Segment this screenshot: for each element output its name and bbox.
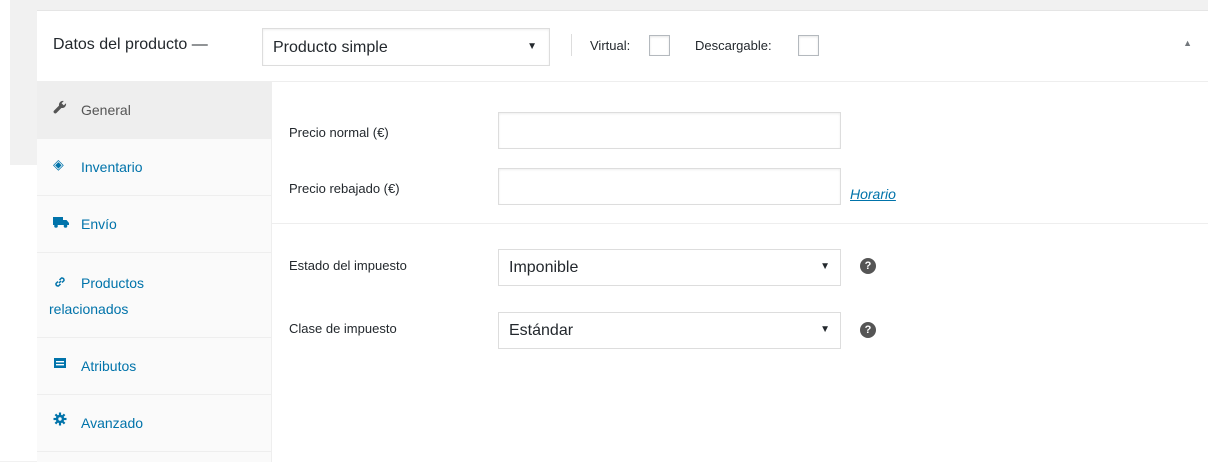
tax-class-label: Clase de impuesto (289, 321, 397, 336)
tab-label: Productos (81, 275, 145, 291)
downloadable-label: Descargable: (695, 38, 772, 53)
tab-label: Envío (81, 216, 117, 232)
virtual-checkbox[interactable] (649, 35, 670, 56)
tab-attributes[interactable]: Atributos (37, 338, 272, 395)
tax-class-value: Estándar (509, 322, 574, 339)
product-data-tabs: General ◈ Inventario Envío Productos rel… (37, 82, 272, 462)
metabox-title: Datos del producto — (53, 36, 208, 53)
tab-label: Avanzado (81, 415, 144, 431)
header-divider (571, 34, 572, 56)
chevron-down-icon: ▼ (820, 261, 830, 272)
list-icon (53, 356, 67, 373)
chevron-down-icon: ▼ (820, 324, 830, 335)
tab-label-line2: relacionados (49, 301, 129, 317)
product-data-metabox: Datos del producto — Producto simple ▼ V… (37, 10, 1208, 462)
tax-status-value: Imponible (509, 259, 579, 276)
tax-status-label: Estado del impuesto (289, 258, 407, 273)
tab-linked-products[interactable]: Productos relacionados (37, 253, 272, 338)
tab-label: Atributos (81, 358, 137, 374)
sidebar-background (10, 0, 37, 165)
gear-icon (53, 412, 67, 429)
metabox-header: Datos del producto — Producto simple ▼ V… (37, 11, 1208, 82)
tax-status-select[interactable]: Imponible ▼ (498, 249, 841, 286)
general-panel: Precio normal (€) Precio rebajado (€) Ho… (272, 82, 1208, 462)
schedule-link[interactable]: Horario (850, 186, 896, 202)
tab-general[interactable]: General (37, 82, 272, 139)
tax-class-select[interactable]: Estándar ▼ (498, 312, 841, 349)
chevron-down-icon: ▼ (527, 41, 537, 52)
truck-icon (53, 215, 69, 231)
left-background (0, 0, 37, 461)
tab-label: General (81, 102, 131, 118)
tab-label: Inventario (81, 159, 143, 175)
link-icon (53, 275, 67, 292)
sale-price-input[interactable] (498, 168, 841, 205)
collapse-toggle-icon[interactable]: ▲ (1183, 38, 1192, 48)
tab-advanced[interactable]: Avanzado (37, 395, 272, 452)
downloadable-checkbox[interactable] (798, 35, 819, 56)
product-type-value: Producto simple (273, 39, 388, 56)
product-type-select[interactable]: Producto simple ▼ (262, 28, 550, 66)
regular-price-input[interactable] (498, 112, 841, 149)
tab-inventory[interactable]: ◈ Inventario (37, 139, 272, 196)
help-icon[interactable]: ? (860, 322, 876, 338)
section-divider (272, 223, 1208, 224)
help-icon[interactable]: ? (860, 258, 876, 274)
wrench-icon (53, 100, 67, 117)
tab-shipping[interactable]: Envío (37, 196, 272, 253)
tag-icon: ◈ (53, 156, 64, 172)
virtual-label: Virtual: (590, 38, 631, 53)
sale-price-label: Precio rebajado (€) (289, 181, 400, 196)
regular-price-label: Precio normal (€) (289, 125, 389, 140)
